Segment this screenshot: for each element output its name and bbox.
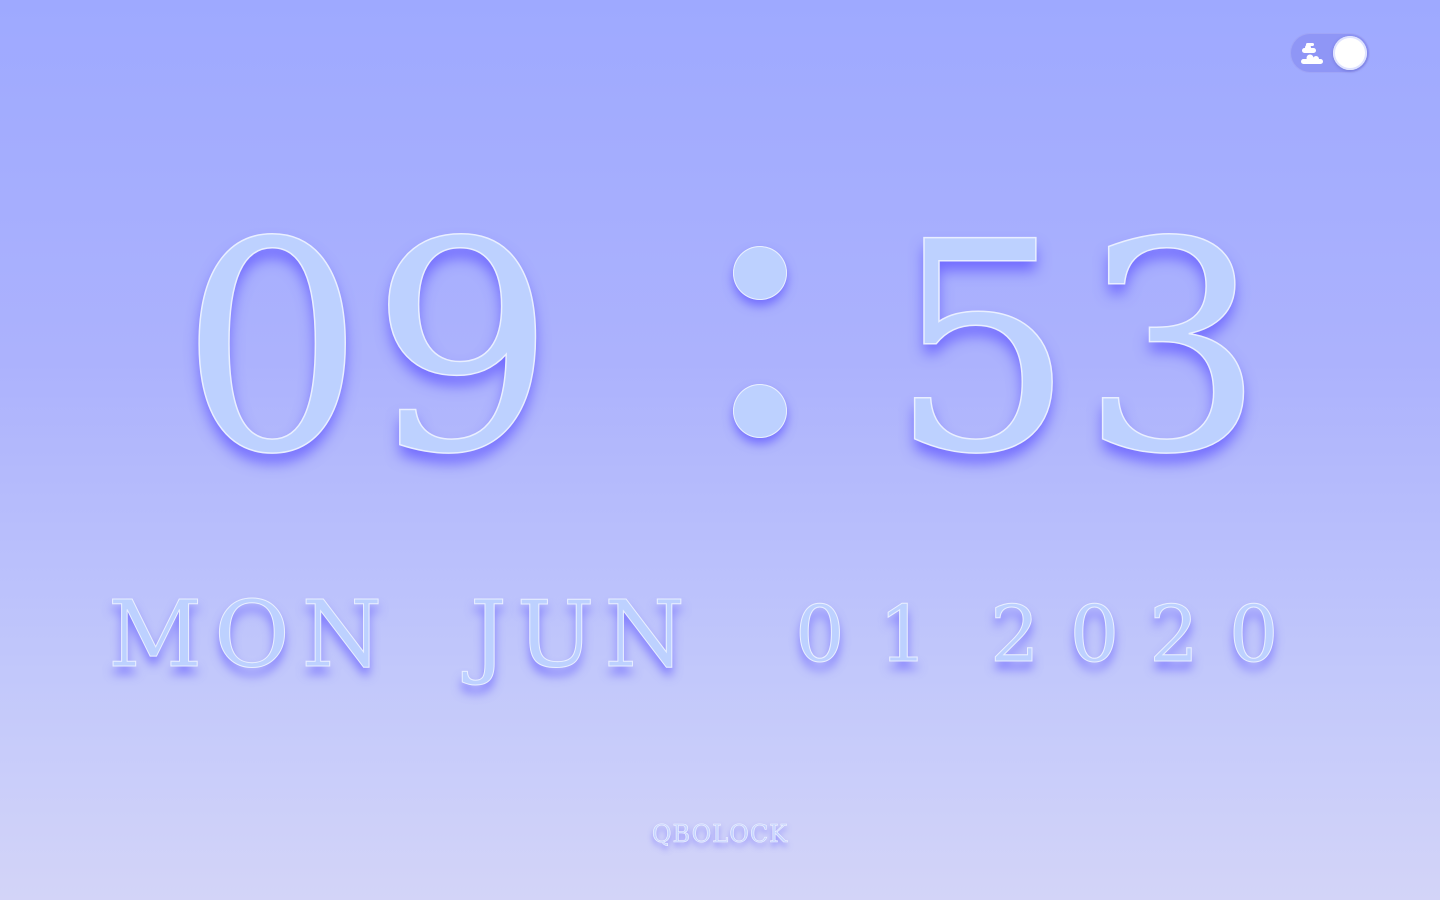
theme-toggle[interactable] (1290, 33, 1370, 73)
clock-separator-top-dot (733, 246, 787, 300)
date-weekday: MON (107, 581, 395, 689)
date-year: 2020 (990, 590, 1309, 681)
date-month: JUN (470, 581, 695, 689)
brand-logo[interactable]: QBOLOCK (620, 812, 820, 856)
cloud-icon (1301, 43, 1323, 64)
toggle-knob[interactable] (1333, 36, 1367, 70)
date-day: 01 (794, 590, 963, 681)
clock-display: 09 53 (0, 180, 1440, 540)
clock-minutes: 53 (889, 180, 1272, 519)
clock-separator-bottom-dot (733, 384, 787, 438)
clock-hours: 09 (179, 180, 562, 519)
